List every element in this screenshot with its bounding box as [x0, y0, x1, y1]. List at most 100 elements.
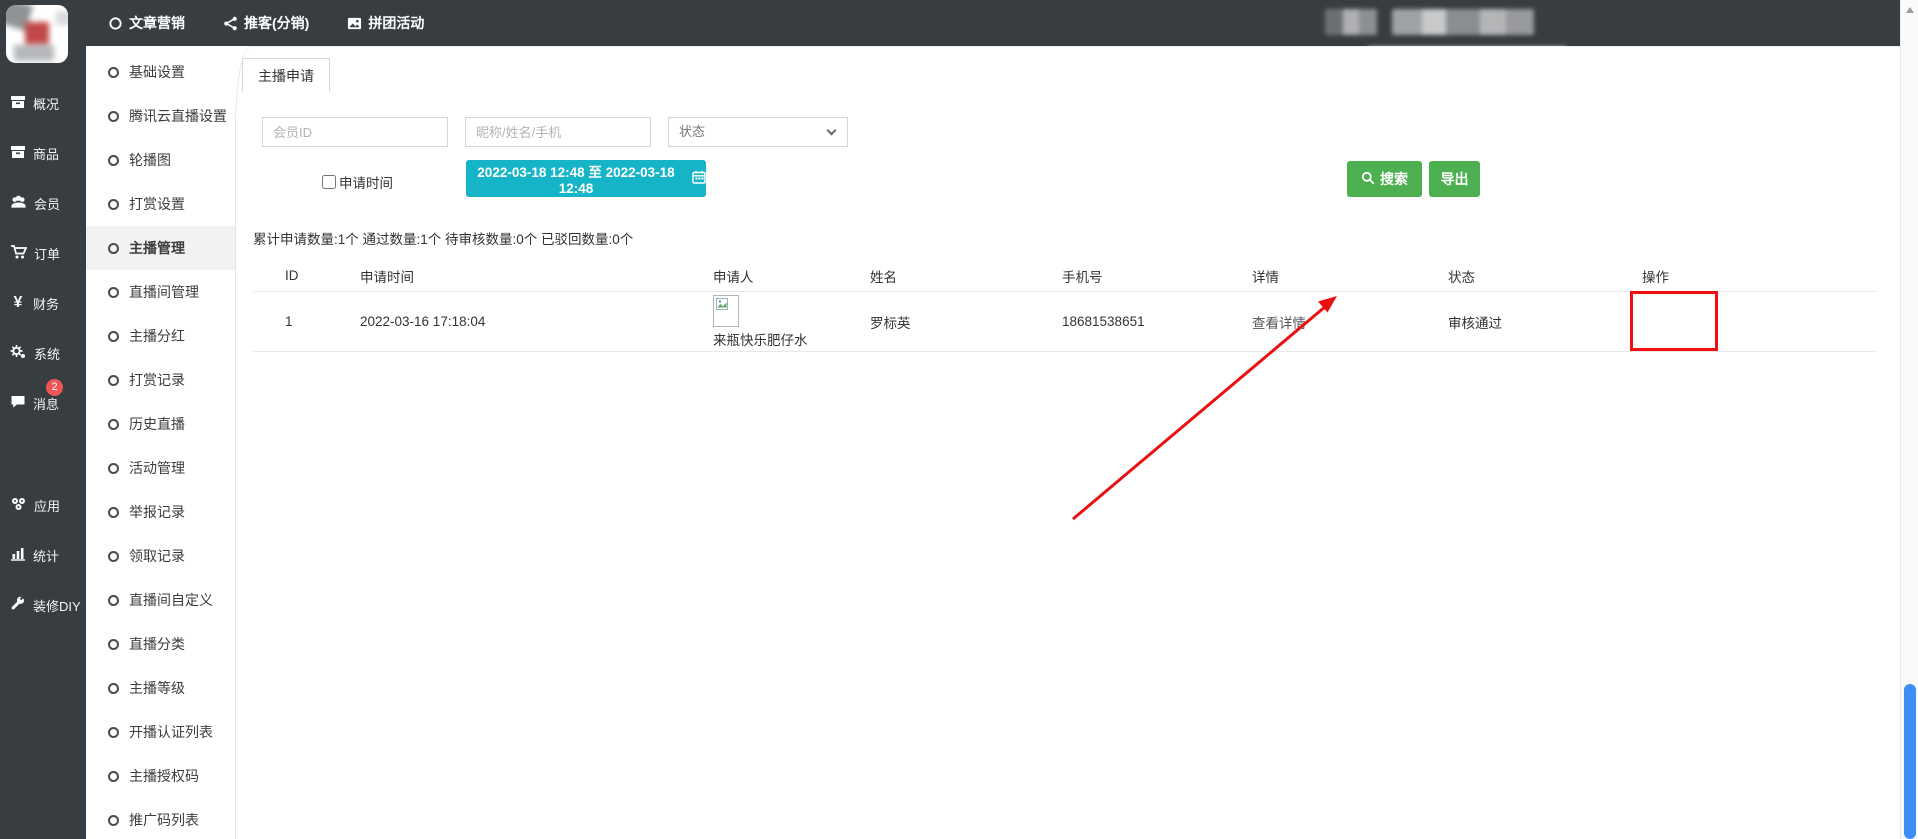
export-button-label: 导出	[1441, 169, 1469, 189]
col-applicant: 申请人	[713, 266, 870, 286]
menu-item-liveroom-management[interactable]: 直播间管理	[86, 270, 235, 314]
menu-label: 直播间自定义	[129, 590, 213, 610]
share-icon	[223, 16, 238, 31]
sidebar-item-orders[interactable]: 订单	[0, 228, 86, 278]
menu-item-tencent-live-settings[interactable]: 腾讯云直播设置	[86, 94, 235, 138]
sidebar-item-system[interactable]: 系统	[0, 328, 86, 378]
sidebar-label: 财务	[33, 294, 59, 313]
cell-status: 审核通过	[1448, 312, 1642, 332]
menu-item-anchor-level[interactable]: 主播等级	[86, 666, 235, 710]
menu-item-basic-settings[interactable]: 基础设置	[86, 50, 235, 94]
ring-icon	[108, 67, 119, 78]
primary-sidebar: 概况 商品 会员 订单 ¥ 财务 系统 消息 2 应用 统计 装修DIY	[0, 46, 86, 839]
topnav-group-activity[interactable]: 拼团活动	[347, 13, 424, 33]
sidebar-label: 系统	[34, 344, 60, 363]
cell-id: 1	[253, 314, 360, 329]
menu-item-broadcast-cert-list[interactable]: 开播认证列表	[86, 710, 235, 754]
top-bar: 文章营销 推客(分销) 拼团活动	[0, 0, 1900, 46]
date-range-button[interactable]: 2022-03-18 12:48 至 2022-03-18 12:48	[466, 160, 706, 197]
search-button[interactable]: 搜索	[1347, 161, 1422, 197]
member-id-input[interactable]	[262, 117, 448, 147]
sidebar-item-messages[interactable]: 消息 2	[0, 378, 86, 428]
menu-label: 打赏记录	[129, 370, 185, 390]
menu-label: 历史直播	[129, 414, 185, 434]
apply-time-checkbox[interactable]	[322, 175, 336, 189]
applicant-nickname[interactable]: 来瓶快乐肥仔水	[713, 329, 870, 349]
table-header-row: ID 申请时间 申请人 姓名 手机号 详情 状态 操作	[253, 260, 1877, 292]
finance-icon: ¥	[10, 294, 26, 312]
sidebar-spacer	[0, 428, 86, 480]
sidebar-label: 消息	[33, 394, 59, 413]
ring-icon	[108, 199, 119, 210]
cell-phone: 18681538651	[1062, 314, 1252, 329]
sidebar-item-members[interactable]: 会员	[0, 178, 86, 228]
menu-item-activity-management[interactable]: 活动管理	[86, 446, 235, 490]
view-detail-link[interactable]: 查看详情	[1252, 312, 1448, 332]
topnav-article-marketing[interactable]: 文章营销	[108, 13, 185, 33]
sidebar-label: 会员	[34, 194, 60, 213]
sidebar-item-finance[interactable]: ¥ 财务	[0, 278, 86, 328]
circle-icon	[108, 16, 123, 31]
ring-icon	[108, 463, 119, 474]
chevron-down-icon	[827, 126, 837, 136]
sidebar-item-stats[interactable]: 统计	[0, 530, 86, 580]
menu-item-report-records[interactable]: 举报记录	[86, 490, 235, 534]
apply-time-label: 申请时间	[339, 172, 393, 192]
menu-label: 推广码列表	[129, 810, 199, 830]
scroll-up-arrow-icon[interactable]	[1906, 7, 1914, 13]
apply-time-checkbox-row[interactable]: 申请时间	[322, 172, 393, 192]
image-icon	[347, 16, 362, 31]
menu-item-liveroom-custom[interactable]: 直播间自定义	[86, 578, 235, 622]
status-select[interactable]: 状态	[668, 117, 848, 147]
sidebar-item-goods[interactable]: 商品	[0, 128, 86, 178]
logo-image-blurred	[6, 5, 68, 63]
orders-icon	[10, 244, 27, 263]
sidebar-item-apps[interactable]: 应用	[0, 480, 86, 530]
sidebar-item-overview[interactable]: 概况	[0, 78, 86, 128]
user-avatar-blurred[interactable]	[1325, 9, 1377, 35]
topnav-distribution[interactable]: 推客(分销)	[223, 13, 309, 33]
menu-item-anchor-dividend[interactable]: 主播分红	[86, 314, 235, 358]
secondary-menu: 基础设置 腾讯云直播设置 轮播图 打赏设置 主播管理 直播间管理 主播分红 打赏…	[86, 46, 235, 839]
menu-item-anchor-management[interactable]: 主播管理	[86, 226, 235, 270]
menu-label: 主播分红	[129, 326, 185, 346]
sidebar-label: 应用	[34, 496, 60, 515]
ring-icon	[108, 595, 119, 606]
ring-icon	[108, 507, 119, 518]
top-navigation: 文章营销 推客(分销) 拼团活动	[108, 0, 424, 46]
scrollbar-thumb[interactable]	[1904, 684, 1916, 839]
ring-icon	[108, 331, 119, 342]
menu-label: 开播认证列表	[129, 722, 213, 742]
export-button[interactable]: 导出	[1429, 161, 1480, 197]
page-scrollbar[interactable]	[1900, 0, 1918, 839]
menu-label: 直播分类	[129, 634, 185, 654]
search-icon	[1361, 171, 1375, 188]
ring-icon	[108, 815, 119, 826]
col-status: 状态	[1448, 266, 1642, 286]
cell-name: 罗标英	[870, 312, 1062, 332]
menu-item-promo-code-list[interactable]: 推广码列表	[86, 798, 235, 839]
menu-item-claim-records[interactable]: 领取记录	[86, 534, 235, 578]
date-range-text: 2022-03-18 12:48 至 2022-03-18 12:48	[466, 161, 686, 196]
menu-label: 打赏设置	[129, 194, 185, 214]
menu-item-anchor-auth-code[interactable]: 主播授权码	[86, 754, 235, 798]
tab-anchor-application[interactable]: 主播申请	[242, 58, 330, 92]
nickname-input[interactable]	[465, 117, 651, 147]
menu-item-reward-settings[interactable]: 打赏设置	[86, 182, 235, 226]
sidebar-item-diy[interactable]: 装修DIY	[0, 580, 86, 630]
menu-item-reward-records[interactable]: 打赏记录	[86, 358, 235, 402]
menu-item-live-category[interactable]: 直播分类	[86, 622, 235, 666]
col-phone: 手机号	[1062, 266, 1252, 286]
menu-label: 主播管理	[129, 238, 185, 258]
site-logo[interactable]	[6, 5, 68, 63]
menu-item-live-history[interactable]: 历史直播	[86, 402, 235, 446]
stats-icon	[10, 546, 26, 564]
menu-label: 腾讯云直播设置	[129, 106, 227, 126]
broken-image-icon	[713, 295, 739, 327]
col-apply-time: 申请时间	[360, 266, 713, 286]
menu-label: 主播等级	[129, 678, 185, 698]
user-info-blurred[interactable]	[1392, 9, 1534, 35]
apps-icon	[10, 496, 27, 515]
ring-icon	[108, 727, 119, 738]
menu-item-carousel[interactable]: 轮播图	[86, 138, 235, 182]
